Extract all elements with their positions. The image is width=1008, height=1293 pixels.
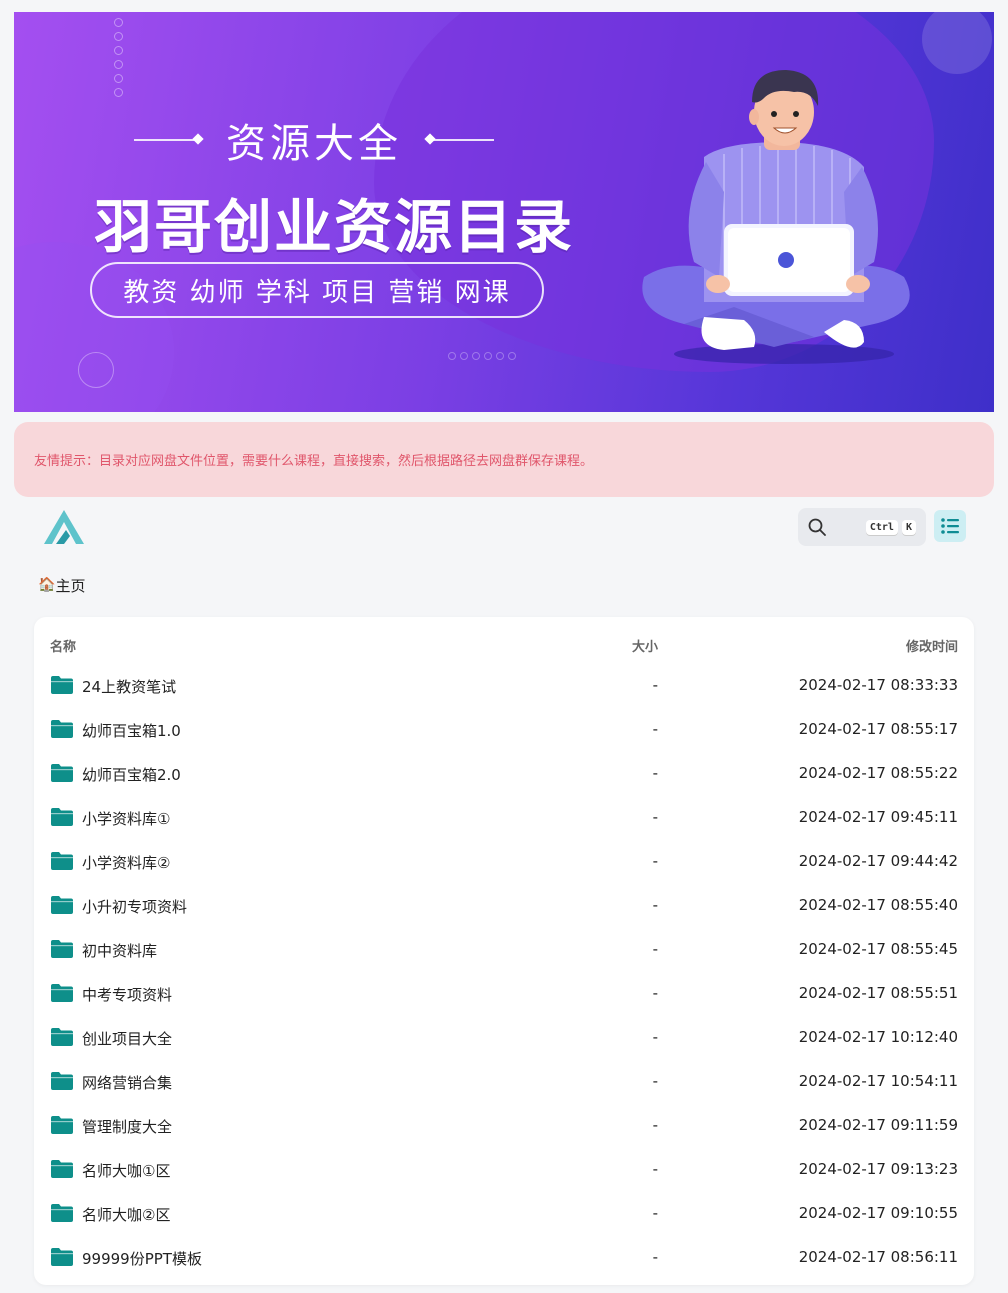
file-modified-time: 2024-02-17 10:12:40	[798, 1028, 958, 1046]
column-header-modified[interactable]: 修改时间	[906, 636, 958, 655]
search-icon	[808, 518, 826, 536]
search-button[interactable]: Ctrl K	[798, 508, 926, 546]
file-name: 99999份PPT模板	[82, 1250, 202, 1268]
folder-icon	[51, 896, 73, 914]
person-with-laptop-illustration	[642, 70, 910, 364]
folder-icon	[51, 1248, 73, 1266]
file-modified-time: 2024-02-17 08:55:17	[798, 720, 958, 738]
file-size: -	[652, 1116, 658, 1134]
file-modified-time: 2024-02-17 09:45:11	[798, 808, 958, 826]
file-size: -	[652, 1204, 658, 1222]
table-header: 名称 大小 修改时间	[34, 617, 974, 671]
list-view-toggle-button[interactable]	[934, 510, 966, 542]
banner-decor-dots	[114, 18, 126, 97]
file-name: 幼师百宝箱2.0	[82, 766, 181, 784]
banner-decor-circle	[922, 12, 992, 74]
file-size: -	[652, 984, 658, 1002]
folder-icon	[51, 940, 73, 958]
file-size: -	[652, 1028, 658, 1046]
table-row[interactable]: 幼师百宝箱1.0 - 2024-02-17 08:55:17	[34, 708, 974, 752]
table-row[interactable]: 小学资料库② - 2024-02-17 09:44:42	[34, 840, 974, 884]
folder-icon	[51, 720, 73, 738]
file-modified-time: 2024-02-17 08:55:51	[798, 984, 958, 1002]
search-shortcut: Ctrl K	[865, 519, 916, 535]
file-name: 网络营销合集	[82, 1074, 173, 1092]
folder-icon	[51, 984, 73, 1002]
table-row[interactable]: 幼师百宝箱2.0 - 2024-02-17 08:55:22	[34, 752, 974, 796]
folder-icon	[51, 1116, 73, 1134]
file-modified-time: 2024-02-17 08:55:22	[798, 764, 958, 782]
banner-decor-dots-row	[448, 352, 516, 360]
table-row[interactable]: 名师大咖①区 - 2024-02-17 09:13:23	[34, 1148, 974, 1192]
list-icon	[941, 518, 959, 534]
file-modified-time: 2024-02-17 08:33:33	[798, 676, 958, 694]
file-name: 小升初专项资料	[82, 898, 188, 916]
table-row[interactable]: 创业项目大全 - 2024-02-17 10:12:40	[34, 1016, 974, 1060]
file-name: 管理制度大全	[82, 1118, 173, 1136]
file-name: 名师大咖①区	[82, 1162, 171, 1180]
file-size: -	[652, 1072, 658, 1090]
notice-text: 友情提示：目录对应网盘文件位置，需要什么课程，直接搜索，然后根据路径去网盘群保存…	[34, 454, 594, 469]
file-size: -	[652, 1160, 658, 1178]
folder-icon	[51, 764, 73, 782]
file-modified-time: 2024-02-17 08:55:40	[798, 896, 958, 914]
file-rows: 24上教资笔试 - 2024-02-17 08:33:33 幼师百宝箱1.0 - 2024…	[34, 664, 974, 1280]
folder-icon	[51, 1028, 73, 1046]
notice-banner: 友情提示：目录对应网盘文件位置，需要什么课程，直接搜索，然后根据路径去网盘群保存…	[14, 422, 994, 497]
folder-icon	[51, 676, 73, 694]
folder-icon	[51, 1072, 73, 1090]
breadcrumb-home-link[interactable]: 主页	[55, 575, 85, 596]
file-size: -	[652, 852, 658, 870]
banner-subtitle-text: 资源大全	[226, 121, 402, 167]
hero-banner: 资源大全 羽哥创业资源目录 教资 幼师 学科 项目 营销 网课	[14, 12, 994, 412]
file-name: 中考专项资料	[82, 986, 173, 1004]
table-row[interactable]: 24上教资笔试 - 2024-02-17 08:33:33	[34, 664, 974, 708]
home-icon[interactable]: 🏠	[38, 577, 55, 593]
banner-tags: 教资 幼师 学科 项目 营销 网课	[90, 262, 544, 318]
site-logo-icon[interactable]	[42, 508, 86, 548]
file-name: 幼师百宝箱1.0	[82, 722, 181, 740]
file-modified-time: 2024-02-17 09:11:59	[798, 1116, 958, 1134]
table-row[interactable]: 中考专项资料 - 2024-02-17 08:55:51	[34, 972, 974, 1016]
file-modified-time: 2024-02-17 09:10:55	[798, 1204, 958, 1222]
file-modified-time: 2024-02-17 09:13:23	[798, 1160, 958, 1178]
file-modified-time: 2024-02-17 10:54:11	[798, 1072, 958, 1090]
file-name: 初中资料库	[82, 942, 158, 960]
file-size: -	[652, 808, 658, 826]
file-name: 小学资料库②	[82, 854, 171, 872]
kbd-k: K	[901, 519, 916, 535]
table-row[interactable]: 名师大咖②区 - 2024-02-17 09:10:55	[34, 1192, 974, 1236]
file-size: -	[652, 1248, 658, 1266]
column-header-name[interactable]: 名称	[50, 636, 76, 655]
table-row[interactable]: 初中资料库 - 2024-02-17 08:55:45	[34, 928, 974, 972]
file-name: 24上教资笔试	[82, 678, 177, 696]
breadcrumb: 🏠 主页	[38, 574, 85, 596]
banner-main-title: 羽哥创业资源目录	[93, 193, 574, 261]
file-modified-time: 2024-02-17 08:55:45	[798, 940, 958, 958]
file-modified-time: 2024-02-17 09:44:42	[798, 852, 958, 870]
file-size: -	[652, 720, 658, 738]
table-row[interactable]: 管理制度大全 - 2024-02-17 09:11:59	[34, 1104, 974, 1148]
banner-subtitle: 资源大全	[124, 115, 504, 167]
folder-icon	[51, 1160, 73, 1178]
folder-icon	[51, 808, 73, 826]
column-header-size[interactable]: 大小	[632, 636, 658, 655]
file-size: -	[652, 676, 658, 694]
file-size: -	[652, 764, 658, 782]
file-modified-time: 2024-02-17 08:56:11	[798, 1248, 958, 1266]
file-list-card: 名称 大小 修改时间 24上教资笔试 - 2024-02-17 08:33:33 幼师…	[34, 617, 974, 1285]
folder-icon	[51, 852, 73, 870]
file-size: -	[652, 940, 658, 958]
file-name: 名师大咖②区	[82, 1206, 171, 1224]
file-name: 创业项目大全	[82, 1030, 173, 1048]
table-row[interactable]: 网络营销合集 - 2024-02-17 10:54:11	[34, 1060, 974, 1104]
table-row[interactable]: 小学资料库① - 2024-02-17 09:45:11	[34, 796, 974, 840]
banner-decor-ring	[78, 352, 114, 388]
file-name: 小学资料库①	[82, 810, 171, 828]
table-row[interactable]: 99999份PPT模板 - 2024-02-17 08:56:11	[34, 1236, 974, 1280]
file-size: -	[652, 896, 658, 914]
kbd-ctrl: Ctrl	[865, 519, 898, 535]
table-row[interactable]: 小升初专项资料 - 2024-02-17 08:55:40	[34, 884, 974, 928]
folder-icon	[51, 1204, 73, 1222]
